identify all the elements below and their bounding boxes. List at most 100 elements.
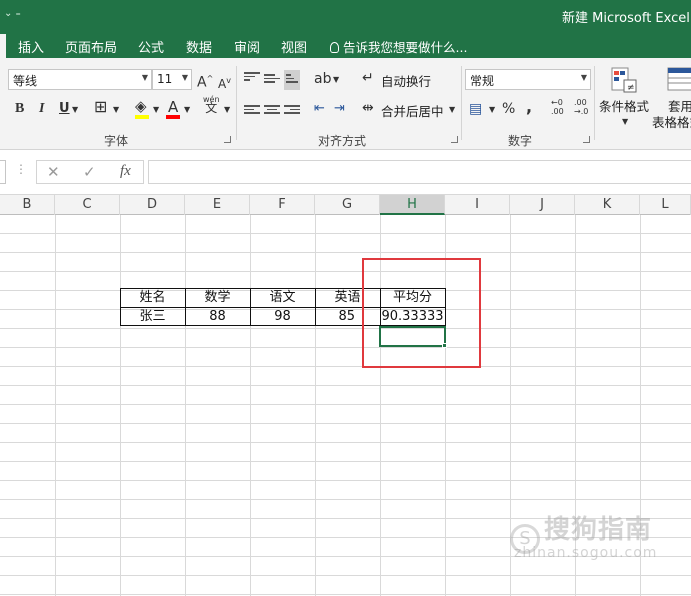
font-color-swatch xyxy=(166,115,180,119)
tab-data[interactable]: 数据 xyxy=(186,37,212,56)
insert-function-icon[interactable]: fx xyxy=(120,163,131,180)
table-cell[interactable]: 98 xyxy=(250,308,315,327)
table-header-cell[interactable]: 数学 xyxy=(185,289,250,308)
chevron-down-icon[interactable]: ▼ xyxy=(153,101,159,119)
phonetic-guide-button[interactable]: wén 文 xyxy=(203,95,220,114)
column-header[interactable]: L xyxy=(640,195,691,215)
align-middle-icon[interactable] xyxy=(264,72,280,85)
watermark-url: zhinan.sogou.com xyxy=(514,545,658,561)
number-group-label: 数字 xyxy=(508,134,533,148)
name-box[interactable] xyxy=(0,160,6,184)
formula-input[interactable] xyxy=(148,160,691,184)
fill-color-swatch xyxy=(135,115,149,119)
merge-center-button[interactable]: 合并后居中 xyxy=(381,101,444,120)
table-cell[interactable]: 张三 xyxy=(120,308,185,327)
tab-formulas[interactable]: 公式 xyxy=(138,37,164,56)
increase-indent-icon[interactable]: ⇥ xyxy=(334,100,345,118)
chevron-down-icon[interactable]: ▼ xyxy=(224,101,230,119)
formula-bar: ⋮ ✕ ✓ fx xyxy=(0,150,691,194)
chevron-down-icon[interactable]: ▼ xyxy=(449,101,455,119)
ribbon-tabs: 插入 页面布局 公式 数据 审阅 视图 告诉我您想要做什么... xyxy=(0,32,691,58)
align-top-icon[interactable] xyxy=(244,70,260,83)
grow-font-button[interactable]: A^ xyxy=(197,70,213,92)
chevron-down-icon[interactable]: ▼ xyxy=(113,101,119,119)
chevron-down-icon[interactable]: ▼ xyxy=(622,113,628,131)
group-divider xyxy=(594,66,595,140)
decrease-indent-icon[interactable]: ⇤ xyxy=(314,100,325,118)
group-divider xyxy=(461,66,462,140)
title-bar: ⌄ ₌ 新建 Microsoft Excel 工 xyxy=(0,0,691,32)
worksheet-grid[interactable]: 姓名 数学 语文 英语 平均分 张三 88 98 85 90.33333 S 搜狗… xyxy=(0,215,691,596)
wrap-text-icon[interactable]: ↵ xyxy=(362,69,374,87)
format-as-table-label-bottom[interactable]: 表格格式 xyxy=(652,112,691,131)
ribbon-home: 等线 ▼ 11 ▼ A^ Av B I U ▼ ⊞ ▼ ◈ ▼ A ▼ wén 文… xyxy=(0,58,691,150)
cancel-icon[interactable]: ✕ xyxy=(47,163,60,181)
underline-button[interactable]: U xyxy=(59,100,70,118)
conditional-formatting-icon[interactable]: ≠ xyxy=(610,66,638,94)
number-format-select[interactable]: 常规 ▼ xyxy=(465,69,591,90)
alignment-dialog-launcher[interactable] xyxy=(451,136,458,143)
column-header[interactable]: E xyxy=(185,195,250,215)
quick-access-toolbar[interactable]: ⌄ ₌ xyxy=(4,8,21,19)
italic-button[interactable]: I xyxy=(39,100,44,118)
font-dialog-launcher[interactable] xyxy=(224,136,231,143)
chevron-down-icon[interactable]: ▼ xyxy=(489,101,495,119)
table-header-cell[interactable]: 语文 xyxy=(250,289,315,308)
shrink-font-button[interactable]: Av xyxy=(218,72,231,93)
font-size-value: 11 xyxy=(157,72,173,86)
align-center-icon[interactable] xyxy=(264,103,280,116)
column-header[interactable]: I xyxy=(445,195,510,215)
chevron-down-icon[interactable]: ▼ xyxy=(333,71,339,89)
orientation-icon[interactable]: ab xyxy=(314,70,331,88)
tell-me-search[interactable]: 告诉我您想要做什么... xyxy=(330,37,467,56)
tab-review[interactable]: 审阅 xyxy=(234,37,260,56)
tab-insert[interactable]: 插入 xyxy=(18,37,44,56)
font-color-button[interactable]: A xyxy=(168,98,178,116)
comma-button[interactable]: , xyxy=(526,98,532,116)
merge-center-icon[interactable]: ⇹ xyxy=(362,99,374,117)
chevron-down-icon[interactable]: ▼ xyxy=(72,101,78,119)
column-header[interactable]: B xyxy=(0,195,55,215)
decrease-decimal-button[interactable]: .00 →.0 xyxy=(574,98,588,116)
accounting-format-icon[interactable]: ▤ xyxy=(469,100,482,118)
column-header[interactable]: D xyxy=(120,195,185,215)
font-size-select[interactable]: 11 ▼ xyxy=(152,69,192,90)
number-dialog-launcher[interactable] xyxy=(583,136,590,143)
table-cell[interactable]: 88 xyxy=(185,308,250,327)
font-name-select[interactable]: 等线 ▼ xyxy=(8,69,152,90)
column-header[interactable]: F xyxy=(250,195,315,215)
drag-handle-icon[interactable]: ⋮ xyxy=(15,162,27,176)
bold-button[interactable]: B xyxy=(15,100,24,118)
format-as-table-icon[interactable] xyxy=(666,66,691,94)
grow-font-label: A xyxy=(197,74,207,91)
align-right-icon[interactable] xyxy=(284,103,300,116)
tab-home-active[interactable] xyxy=(0,34,6,58)
window-title: 新建 Microsoft Excel 工 xyxy=(562,11,691,26)
inc-decimal-top: ←0 xyxy=(551,98,563,107)
column-header[interactable]: J xyxy=(510,195,575,215)
tab-page-layout[interactable]: 页面布局 xyxy=(65,37,117,56)
column-header[interactable]: C xyxy=(55,195,120,215)
tell-me-text: 告诉我您想要做什么... xyxy=(343,40,468,55)
dec-decimal-bottom: →.0 xyxy=(574,107,589,116)
group-divider xyxy=(236,66,237,140)
column-header[interactable]: G xyxy=(315,195,380,215)
borders-icon[interactable]: ⊞ xyxy=(94,98,107,116)
percent-button[interactable]: % xyxy=(502,100,515,118)
increase-decimal-button[interactable]: ←0.00 xyxy=(551,98,564,116)
wrap-text-button[interactable]: 自动换行 xyxy=(381,71,431,90)
chevron-down-icon[interactable]: ▼ xyxy=(182,73,188,82)
tab-view[interactable]: 视图 xyxy=(281,37,307,56)
lightbulb-icon xyxy=(330,42,339,53)
enter-icon[interactable]: ✓ xyxy=(83,163,96,181)
table-header-cell[interactable]: 姓名 xyxy=(120,289,185,308)
column-header-selected[interactable]: H xyxy=(380,195,445,215)
chevron-down-icon[interactable]: ▼ xyxy=(184,101,190,119)
fill-color-icon[interactable]: ◈ xyxy=(135,97,147,115)
chevron-down-icon[interactable]: ▼ xyxy=(142,73,148,82)
align-left-icon[interactable] xyxy=(244,103,260,116)
chevron-down-icon[interactable]: ▼ xyxy=(581,73,587,82)
shrink-font-label: A xyxy=(218,77,227,91)
align-bottom-icon[interactable] xyxy=(284,70,300,90)
column-header[interactable]: K xyxy=(575,195,640,215)
